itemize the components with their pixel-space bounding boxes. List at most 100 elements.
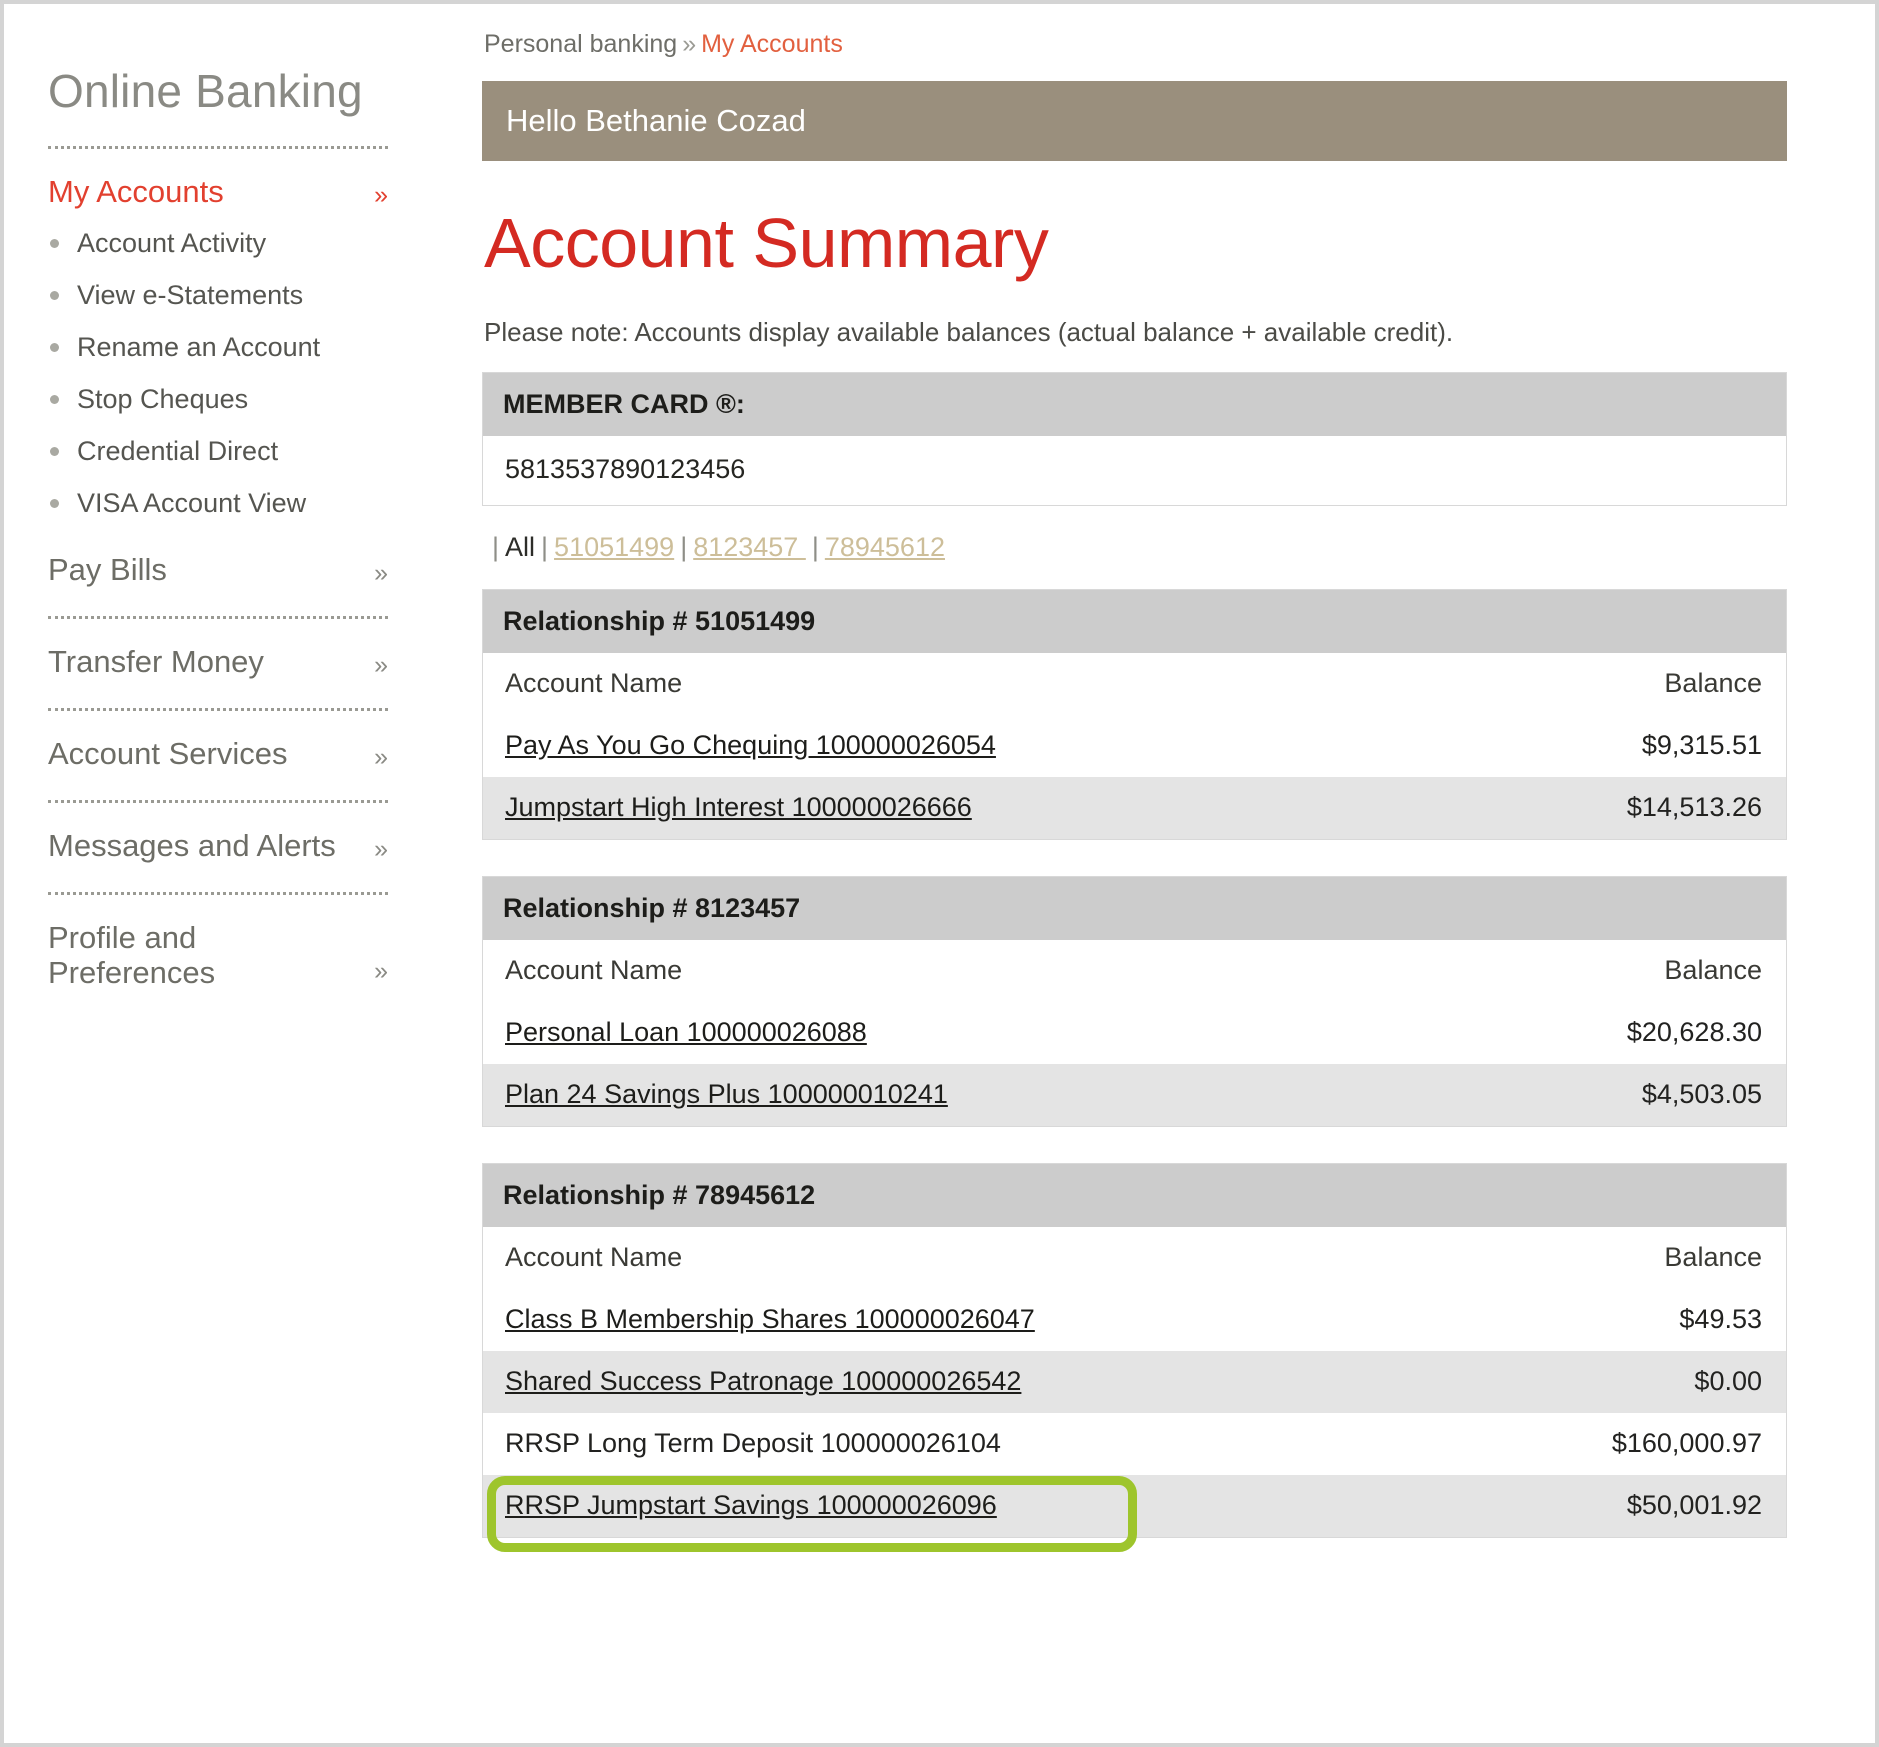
- table-header-row: Account Name Balance: [483, 940, 1786, 1002]
- sidebar-item-profile-and-preferences[interactable]: Profile and Preferences »: [44, 921, 424, 990]
- column-header-account-name: Account Name: [483, 653, 1477, 715]
- account-name-static: RRSP Long Term Deposit 100000026104: [483, 1413, 1473, 1475]
- account-balance: $20,628.30: [1454, 1002, 1786, 1064]
- accounts-table: Account Name Balance Personal Loan 10000…: [483, 940, 1786, 1126]
- account-balance: $0.00: [1473, 1351, 1786, 1413]
- sidebar: Online Banking My Accounts » Account Act…: [44, 64, 424, 990]
- account-link[interactable]: RRSP Jumpstart Savings 100000026096: [505, 1490, 997, 1520]
- sidebar-item-rename-an-account[interactable]: Rename an Account: [44, 332, 424, 363]
- account-balance: $4,503.05: [1454, 1064, 1786, 1126]
- breadcrumb-separator-icon: »: [677, 30, 701, 58]
- filter-separator: |: [535, 532, 554, 562]
- account-balance: $160,000.97: [1473, 1413, 1786, 1475]
- table-row[interactable]: Class B Membership Shares 100000026047 $…: [483, 1289, 1786, 1351]
- sidebar-divider: [48, 616, 388, 619]
- sidebar-item-my-accounts[interactable]: My Accounts »: [44, 175, 424, 210]
- sidebar-subnav-my-accounts: Account Activity View e-Statements Renam…: [44, 228, 424, 519]
- sidebar-item-label: Pay Bills: [48, 553, 167, 588]
- column-header-balance: Balance: [1477, 653, 1786, 715]
- sidebar-item-transfer-money[interactable]: Transfer Money »: [44, 645, 424, 680]
- sidebar-item-messages-and-alerts[interactable]: Messages and Alerts »: [44, 829, 424, 864]
- account-balance: $9,315.51: [1477, 715, 1786, 777]
- table-row[interactable]: Jumpstart High Interest 100000026666 $14…: [483, 777, 1786, 839]
- sidebar-item-label: Account Activity: [77, 228, 266, 259]
- sidebar-item-label: View e-Statements: [77, 280, 303, 311]
- chevron-right-icon: »: [374, 553, 388, 588]
- sidebar-divider: [48, 800, 388, 803]
- account-balance: $49.53: [1473, 1289, 1786, 1351]
- page-title: Account Summary: [484, 203, 1802, 283]
- sidebar-item-label: Rename an Account: [77, 332, 320, 363]
- filter-link-78945612[interactable]: 78945612: [825, 532, 945, 562]
- chevron-right-icon: »: [374, 175, 388, 210]
- filter-separator: |: [486, 532, 505, 562]
- sidebar-item-stop-cheques[interactable]: Stop Cheques: [44, 384, 424, 415]
- sidebar-divider: [48, 146, 388, 149]
- member-card-heading: MEMBER CARD ®:: [483, 373, 1786, 436]
- greeting-banner: Hello Bethanie Cozad: [482, 81, 1787, 161]
- table-row[interactable]: Pay As You Go Chequing 100000026054 $9,3…: [483, 715, 1786, 777]
- table-row[interactable]: Shared Success Patronage 100000026542 $0…: [483, 1351, 1786, 1413]
- sidebar-item-account-activity[interactable]: Account Activity: [44, 228, 424, 259]
- bullet-icon: [50, 447, 59, 456]
- sidebar-item-label: Transfer Money: [48, 645, 264, 680]
- sidebar-item-label: Credential Direct: [77, 436, 278, 467]
- relationship-panel-51051499: Relationship # 51051499 Account Name Bal…: [482, 589, 1787, 840]
- relationship-panel-8123457: Relationship # 8123457 Account Name Bala…: [482, 876, 1787, 1127]
- account-link[interactable]: Pay As You Go Chequing 100000026054: [505, 730, 996, 760]
- account-link[interactable]: Jumpstart High Interest 100000026666: [505, 792, 972, 822]
- column-header-account-name: Account Name: [483, 940, 1454, 1002]
- sidebar-item-label: Profile and Preferences: [48, 921, 215, 990]
- table-row[interactable]: RRSP Long Term Deposit 100000026104 $160…: [483, 1413, 1786, 1475]
- relationship-heading: Relationship # 8123457: [483, 877, 1786, 940]
- chevron-right-icon: »: [374, 829, 388, 864]
- sidebar-item-label: VISA Account View: [77, 488, 306, 519]
- account-balance: $50,001.92: [1473, 1475, 1786, 1537]
- chevron-right-icon: »: [374, 645, 388, 680]
- relationship-heading: Relationship # 51051499: [483, 590, 1786, 653]
- filter-link-8123457[interactable]: 8123457: [693, 532, 806, 562]
- account-link[interactable]: Plan 24 Savings Plus 100000010241: [505, 1079, 948, 1109]
- accounts-table: Account Name Balance Pay As You Go Chequ…: [483, 653, 1786, 839]
- main-content: Personal banking»My Accounts Hello Betha…: [482, 30, 1802, 1574]
- sidebar-item-visa-account-view[interactable]: VISA Account View: [44, 488, 424, 519]
- sidebar-divider: [48, 708, 388, 711]
- bullet-icon: [50, 291, 59, 300]
- table-row[interactable]: Personal Loan 100000026088 $20,628.30: [483, 1002, 1786, 1064]
- breadcrumb-root[interactable]: Personal banking: [484, 30, 677, 58]
- bullet-icon: [50, 343, 59, 352]
- member-card-number: 5813537890123456: [483, 436, 1786, 505]
- bullet-icon: [50, 395, 59, 404]
- sidebar-item-account-services[interactable]: Account Services »: [44, 737, 424, 772]
- account-link[interactable]: Class B Membership Shares 100000026047: [505, 1304, 1035, 1334]
- bullet-icon: [50, 239, 59, 248]
- column-header-account-name: Account Name: [483, 1227, 1473, 1289]
- column-header-balance: Balance: [1473, 1227, 1786, 1289]
- filter-link-51051499[interactable]: 51051499: [554, 532, 674, 562]
- account-link[interactable]: Shared Success Patronage 100000026542: [505, 1366, 1021, 1396]
- table-row[interactable]: Plan 24 Savings Plus 100000010241 $4,503…: [483, 1064, 1786, 1126]
- breadcrumb-current[interactable]: My Accounts: [701, 30, 843, 58]
- chevron-right-icon: »: [374, 957, 388, 990]
- sidebar-item-label: Account Services: [48, 737, 288, 772]
- app-brand-title: Online Banking: [44, 64, 424, 118]
- sidebar-item-label: Messages and Alerts: [48, 829, 336, 864]
- table-header-row: Account Name Balance: [483, 1227, 1786, 1289]
- sidebar-divider: [48, 892, 388, 895]
- account-link[interactable]: Personal Loan 100000026088: [505, 1017, 867, 1047]
- sidebar-item-label: My Accounts: [48, 175, 224, 210]
- sidebar-item-credential-direct[interactable]: Credential Direct: [44, 436, 424, 467]
- highlight-wrapper: RRSP Jumpstart Savings 100000026096: [505, 1490, 997, 1520]
- filter-separator: |: [674, 532, 693, 562]
- table-header-row: Account Name Balance: [483, 653, 1786, 715]
- filter-link-all[interactable]: All: [505, 532, 535, 562]
- sidebar-item-pay-bills[interactable]: Pay Bills »: [44, 553, 424, 588]
- member-card-panel: MEMBER CARD ®: 5813537890123456: [482, 372, 1787, 506]
- relationship-panel-78945612: Relationship # 78945612 Account Name Bal…: [482, 1163, 1787, 1538]
- filter-separator: |: [806, 532, 825, 562]
- sidebar-item-view-estatements[interactable]: View e-Statements: [44, 280, 424, 311]
- relationship-filter-links: |All|51051499|8123457 |78945612: [486, 532, 1802, 563]
- table-row-highlighted[interactable]: RRSP Jumpstart Savings 100000026096 $50,…: [483, 1475, 1786, 1537]
- accounts-table: Account Name Balance Class B Membership …: [483, 1227, 1786, 1537]
- account-balance: $14,513.26: [1477, 777, 1786, 839]
